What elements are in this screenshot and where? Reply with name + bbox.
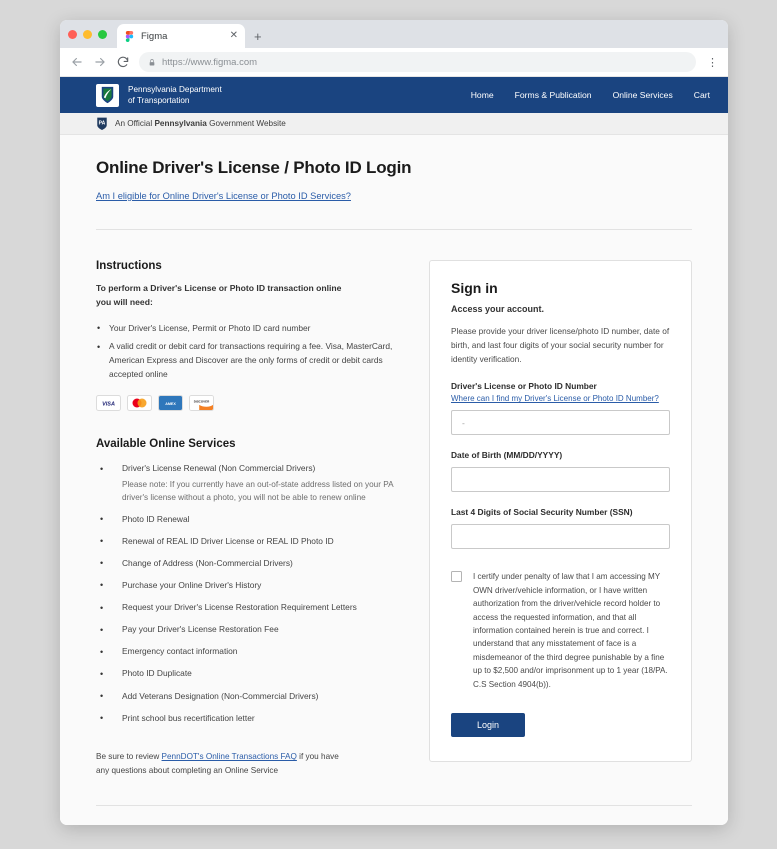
nav-link-forms-publication[interactable]: Forms & Publication [515,90,592,100]
forward-icon[interactable] [93,55,107,69]
main-navigation: Home Forms & Publication Online Services… [471,90,710,100]
svg-text:AMEX: AMEX [165,402,176,406]
instructions-list: Your Driver's License, Permit or Photo I… [96,321,406,381]
faq-link[interactable]: PennDOT's Online Transactions FAQ [162,752,297,761]
login-button[interactable]: Login [451,713,525,738]
lock-icon [149,58,155,65]
url-text: https://www.figma.com [162,56,258,68]
gov-banner-prefix: An Official [115,119,155,128]
content-columns: Instructions To perform a Driver's Licen… [96,260,692,777]
list-item: Print school bus recertification letter [96,711,406,725]
instructions-heading: Instructions [96,260,162,272]
field-ssn-last4: Last 4 Digits of Social Security Number … [451,507,670,550]
gov-banner-state: Pennsylvania [154,119,207,128]
instructions-column: Instructions To perform a Driver's Licen… [96,260,406,777]
window-controls [68,20,117,48]
instructions-lead: To perform a Driver's License or Photo I… [96,283,342,307]
list-item: A valid credit or debit card for transac… [96,340,406,381]
ssn-last4-input[interactable] [451,524,670,550]
brand-line-2: of Transportation [128,96,190,105]
figma-icon [125,30,134,42]
maximize-window-button[interactable] [98,29,107,39]
discover-icon: DISCOVER [189,395,214,412]
site-header: Pennsylvania Department of Transportatio… [60,77,728,113]
date-of-birth-input[interactable] [451,467,670,493]
browser-toolbar: https://www.figma.com ⋮ [60,48,728,77]
brand-line-1: Pennsylvania Department [128,84,222,94]
close-tab-icon[interactable]: ✕ [230,31,238,41]
gov-banner-suffix: Government Website [206,119,286,128]
list-item: Photo ID Duplicate [96,667,406,681]
field-date-of-birth: Date of Birth (MM/DD/YYYY) [451,450,670,493]
list-item: Purchase your Online Driver's History [96,578,406,592]
certification-text: I certify under penalty of law that I am… [473,572,668,689]
signin-card: Sign in Access your account. Please prov… [429,260,692,763]
list-item: Pay your Driver's License Restoration Fe… [96,623,406,637]
signin-description: Please provide your driver license/photo… [451,326,670,364]
dl-number-input[interactable]: - [451,410,670,436]
service-label: Driver's License Renewal (Non Commercial… [122,463,316,474]
accepted-cards-row: VISA AMEX DISCOVER [96,395,406,412]
list-item: Your Driver's License, Permit or Photo I… [96,321,406,335]
signin-title: Sign in [451,280,498,296]
minimize-window-button[interactable] [83,29,92,39]
address-bar[interactable]: https://www.figma.com [139,52,696,72]
list-item: Add Veterans Designation (Non-Commercial… [96,689,406,703]
signin-column: Sign in Access your account. Please prov… [429,260,692,763]
field-label: Date of Birth (MM/DD/YYYY) [451,450,563,461]
eligibility-link[interactable]: Am I eligible for Online Driver's Licens… [96,191,351,201]
header-divider [96,229,692,230]
list-item: Request your Driver's License Restoratio… [96,601,406,615]
services-heading: Available Online Services [96,438,236,451]
faq-note: Be sure to review PennDOT's Online Trans… [96,750,354,777]
list-item: Driver's License Renewal (Non Commercial… [96,462,406,504]
nav-link-home[interactable]: Home [471,90,494,100]
penndot-keystone-logo [96,83,119,107]
page-title: Online Driver's License / Photo ID Login [96,158,412,177]
gov-banner-text: An Official Pennsylvania Government Webs… [115,119,286,128]
svg-text:VISA: VISA [102,402,115,408]
list-item: Change of Address (Non-Commercial Driver… [96,556,406,570]
certification-row: I certify under penalty of law that I am… [451,570,670,691]
certification-checkbox[interactable] [451,571,462,583]
footer-divider [96,805,692,807]
list-item: Emergency contact information [96,645,406,659]
browser-window: Figma ✕ + https://www.figma.com ⋮ Pennsy… [60,20,728,825]
field-label: Driver's License or Photo ID Number [451,381,597,392]
browser-tab[interactable]: Figma ✕ [117,24,245,48]
dl-number-help-link[interactable]: Where can I find my Driver's License or … [451,394,670,403]
field-dl-number: Driver's License or Photo ID Number Wher… [451,381,670,436]
web-page: Pennsylvania Department of Transportatio… [60,77,728,825]
visa-icon: VISA [96,395,121,412]
services-list: Driver's License Renewal (Non Commercial… [96,462,406,726]
browser-tab-strip: Figma ✕ + [60,20,728,48]
new-tab-button[interactable]: + [245,24,271,48]
svg-text:DISCOVER: DISCOVER [194,400,210,404]
field-label: Last 4 Digits of Social Security Number … [451,507,633,518]
nav-link-online-services[interactable]: Online Services [613,90,673,100]
nav-link-cart[interactable]: Cart [694,90,710,100]
close-window-button[interactable] [68,29,77,39]
amex-icon: AMEX [158,395,183,412]
list-item: Photo ID Renewal [96,512,406,526]
svg-text:PA: PA [99,121,106,127]
signin-subtitle: Access your account. [451,304,545,314]
service-note: Please note: If you currently have an ou… [122,479,394,503]
reload-icon[interactable] [116,55,130,69]
back-icon[interactable] [70,55,84,69]
browser-menu-icon[interactable]: ⋮ [705,56,718,69]
mastercard-icon [127,395,152,412]
page-content: Online Driver's License / Photo ID Login… [60,158,728,825]
pa-keystone-badge-icon: PA [97,117,107,130]
official-government-banner: PA An Official Pennsylvania Government W… [60,113,728,135]
tab-title: Figma [141,30,168,42]
site-brand[interactable]: Pennsylvania Department of Transportatio… [96,83,222,107]
list-item: Renewal of REAL ID Driver License or REA… [96,534,406,548]
brand-text: Pennsylvania Department of Transportatio… [128,84,222,106]
faq-note-prefix: Be sure to review [96,752,162,762]
